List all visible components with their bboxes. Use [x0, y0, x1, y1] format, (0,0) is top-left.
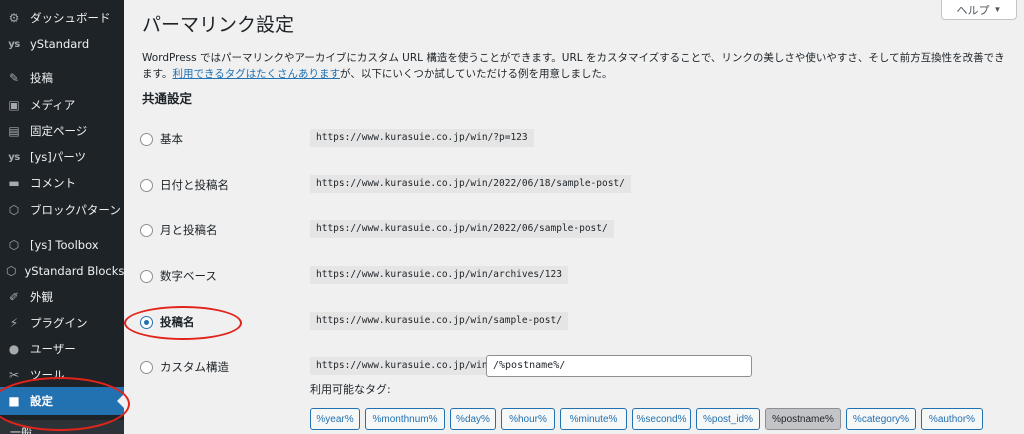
radio-numeric[interactable] [140, 269, 153, 283]
intro-text: WordPress ではパーマリンクやアーカイブにカスタム URL 構造を使うこ… [142, 50, 1012, 82]
sidebar-item-label: プラグイン [30, 316, 88, 330]
option-label[interactable]: 月と投稿名 [140, 222, 218, 238]
option-label[interactable]: 日付と投稿名 [140, 177, 229, 193]
admin-sidebar: ⚙ ダッシュボード ys yStandard ✎ 投稿 ▣ メディア ▤ 固定ペ… [0, 0, 124, 434]
tag-button-post-id[interactable]: %post_id% [696, 408, 760, 430]
caret-down-icon: ▼ [993, 5, 1002, 14]
help-tab-button[interactable]: ヘルプ ▼ [941, 0, 1017, 20]
ys-toolbox-icon: ⬡ [8, 238, 20, 252]
tag-button-second[interactable]: %second% [632, 408, 691, 430]
page-title: パーマリンク設定 [142, 14, 295, 36]
sidebar-item-label: 固定ページ [30, 124, 88, 138]
sidebar-item-label: 投稿 [30, 71, 53, 85]
dashboard-icon: ⚙ [8, 11, 20, 25]
sidebar-item-label: yStandard [30, 37, 90, 51]
sidebar-item-users[interactable]: ● ユーザー [0, 335, 124, 363]
sidebar-item-ystandard[interactable]: ys yStandard [0, 30, 124, 58]
permalink-option-plain: 基本 https://www.kurasuie.co.jp/win/?p=123 [124, 127, 1024, 151]
tag-button-hour[interactable]: %hour% [501, 408, 555, 430]
option-label-text: 月と投稿名 [160, 223, 218, 237]
sidebar-item-label: ダッシュボード [30, 11, 111, 25]
option-label[interactable]: 基本 [140, 131, 183, 147]
sidebar-item-ystandard-blocks[interactable]: ⬡ yStandard Blocks [0, 257, 124, 285]
sidebar-item-tools[interactable]: ✂ ツール [0, 361, 124, 389]
radio-day-name[interactable] [140, 178, 153, 192]
sidebar-item-label: メディア [30, 98, 76, 112]
sidebar-item-label: ツール [30, 368, 65, 382]
sidebar-item-label: コメント [30, 176, 76, 190]
user-icon: ● [8, 342, 20, 356]
permalink-option-post-name: 投稿名 https://www.kurasuie.co.jp/win/sampl… [124, 310, 1024, 334]
main-content: ヘルプ ▼ パーマリンク設定 WordPress ではパーマリンクやアーカイブに… [124, 0, 1024, 434]
help-label: ヘルプ [956, 4, 990, 17]
option-label[interactable]: カスタム構造 [140, 359, 229, 375]
submenu-item-general[interactable]: 一般 [0, 420, 124, 434]
custom-structure-input[interactable]: /%postname%/ [486, 355, 752, 377]
available-tags-label: 利用可能なタグ: [310, 383, 391, 396]
tag-button-year[interactable]: %year% [310, 408, 360, 430]
permalink-option-numeric: 数字ベース https://www.kurasuie.co.jp/win/arc… [124, 264, 1024, 288]
media-icon: ▣ [8, 98, 20, 112]
radio-post-name[interactable] [140, 315, 153, 329]
option-label-text: カスタム構造 [160, 360, 229, 374]
sidebar-item-label: ユーザー [30, 342, 76, 356]
tag-button-day[interactable]: %day% [450, 408, 496, 430]
sidebar-item-label: 設定 [30, 394, 53, 408]
permalink-option-custom: カスタム構造 https://www.kurasuie.co.jp/win /%… [124, 355, 1024, 379]
sidebar-item-label: yStandard Blocks [24, 264, 125, 278]
common-settings-heading: 共通設定 [142, 91, 193, 106]
sidebar-item-plugins[interactable]: ⚡ プラグイン [0, 309, 124, 337]
available-tags-link[interactable]: 利用できるタグはたくさんあります [172, 68, 340, 80]
example-url: https://www.kurasuie.co.jp/win/archives/… [310, 266, 568, 284]
radio-month-name[interactable] [140, 223, 153, 237]
custom-base-url: https://www.kurasuie.co.jp/win [310, 357, 494, 375]
sidebar-item-pages[interactable]: ▤ 固定ページ [0, 117, 124, 145]
sidebar-item-comments[interactable]: ▬ コメント [0, 169, 124, 197]
ystandard-blocks-icon: ⬡ [6, 264, 17, 278]
permalink-option-month-name: 月と投稿名 https://www.kurasuie.co.jp/win/202… [124, 218, 1024, 242]
sidebar-item-ys-parts[interactable]: ys [ys]パーツ [0, 143, 124, 171]
radio-custom[interactable] [140, 360, 153, 374]
sidebar-item-media[interactable]: ▣ メディア [0, 91, 124, 119]
appearance-icon: ✐ [8, 290, 20, 304]
plugin-icon: ⚡ [9, 316, 19, 330]
radio-plain[interactable] [140, 132, 153, 146]
sidebar-item-block-patterns[interactable]: ⬡ ブロックパターン [0, 196, 124, 224]
sidebar-item-label: [ys] Toolbox [30, 238, 99, 252]
example-url: https://www.kurasuie.co.jp/win/2022/06/1… [310, 175, 631, 193]
sidebar-item-label: [ys]パーツ [30, 150, 87, 164]
page-icon: ▤ [8, 124, 20, 138]
option-label-text: 投稿名 [160, 315, 195, 329]
example-url: https://www.kurasuie.co.jp/win/2022/06/s… [310, 220, 614, 238]
option-label-text: 数字ベース [160, 269, 217, 283]
comment-icon: ▬ [8, 176, 20, 190]
sidebar-item-settings[interactable]: ■ 設定 [0, 387, 124, 415]
permalink-option-day-name: 日付と投稿名 https://www.kurasuie.co.jp/win/20… [124, 173, 1024, 197]
block-pattern-icon: ⬡ [8, 203, 20, 217]
ys-parts-icon: ys [8, 151, 20, 163]
sidebar-item-label: 外観 [30, 290, 53, 304]
option-label-text: 日付と投稿名 [160, 178, 229, 192]
sidebar-item-posts[interactable]: ✎ 投稿 [0, 64, 124, 92]
sidebar-item-dashboard[interactable]: ⚙ ダッシュボード [0, 4, 124, 32]
option-label[interactable]: 投稿名 [140, 314, 195, 330]
example-url: https://www.kurasuie.co.jp/win/?p=123 [310, 129, 534, 147]
example-url: https://www.kurasuie.co.jp/win/sample-po… [310, 312, 568, 330]
tag-button-minute[interactable]: %minute% [560, 408, 627, 430]
ystandard-icon: ys [8, 38, 20, 50]
intro-text-after: が、以下にいくつか試していただける例を用意しました。 [340, 68, 613, 80]
tag-button-category[interactable]: %category% [846, 408, 916, 430]
tag-button-author[interactable]: %author% [921, 408, 983, 430]
sidebar-item-label: ブロックパターン [30, 203, 121, 217]
sidebar-item-ys-toolbox[interactable]: ⬡ [ys] Toolbox [0, 231, 124, 259]
tag-button-monthnum[interactable]: %monthnum% [365, 408, 445, 430]
option-label[interactable]: 数字ベース [140, 268, 217, 284]
option-label-text: 基本 [160, 132, 183, 146]
tag-button-postname[interactable]: %postname% [765, 408, 841, 430]
pin-icon: ✎ [8, 71, 20, 85]
tools-icon: ✂ [8, 368, 20, 382]
sidebar-item-appearance[interactable]: ✐ 外観 [0, 283, 124, 311]
settings-icon: ■ [8, 394, 20, 408]
